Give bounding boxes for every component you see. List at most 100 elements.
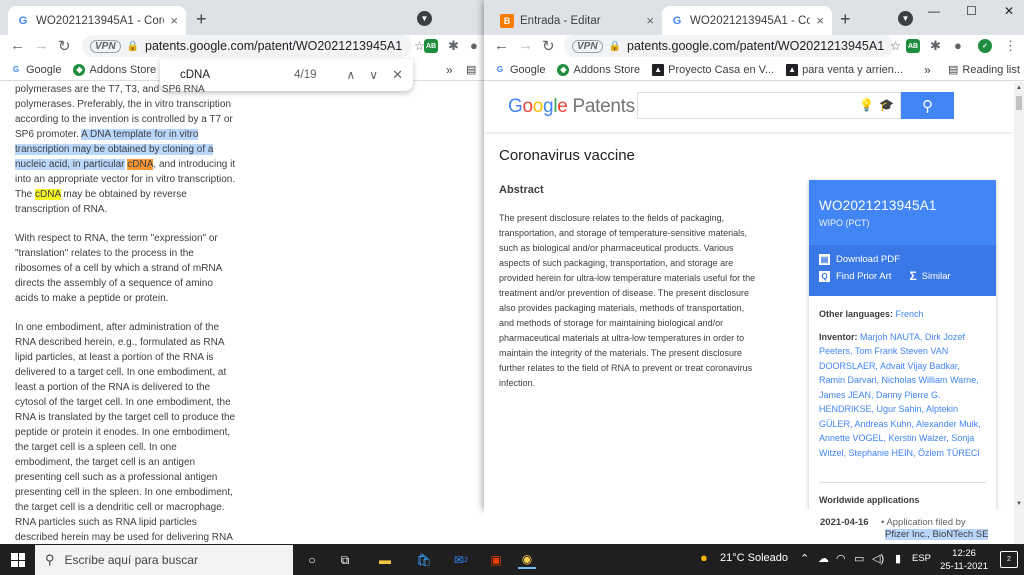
tab-search-icon[interactable]: ▼ [898,11,913,26]
start-button[interactable] [11,553,25,567]
search-icon: ⚲ [45,552,55,567]
volume-icon[interactable]: ◁) [872,552,884,565]
tab-close-icon[interactable]: × [816,13,824,28]
taskbar-search-placeholder: Escribe aquí para buscar [64,553,198,567]
lock-icon[interactable]: 🔒 [127,41,139,52]
paragraph: polymerases are the T7, T3, and SP6 RNA … [15,82,237,217]
menu-icon[interactable]: ⋮ [1004,38,1017,54]
weather-sun-icon[interactable]: ● [700,550,708,565]
notification-center-icon[interactable]: 2 [1000,551,1018,568]
scroll-down-icon[interactable]: ▼ [1016,501,1022,507]
bookmark-proyecto-casa[interactable]: ▲ Proyecto Casa en V... [652,63,774,76]
extensions-icon[interactable]: ✱ [930,38,941,54]
background-scrollbar[interactable] [1014,510,1024,544]
profile-icon[interactable]: ● [954,38,962,53]
tab-search-icon[interactable]: ▼ [417,11,432,26]
battery-icon[interactable]: ▮ [895,552,901,565]
reading-list-icon[interactable]: ▤ [466,63,476,76]
store-icon[interactable]: 🛍 [415,551,433,569]
url-text[interactable]: patents.google.com/patent/WO2021213945A1 [145,39,402,53]
vpn-badge[interactable]: VPN [90,39,121,53]
network-icon[interactable]: ▭ [854,552,864,565]
page-scrollbar[interactable]: ▲ ▼ [1014,82,1024,510]
bookmarks-overflow-button[interactable]: » [446,63,453,77]
taskbar-search-box[interactable]: ⚲ Escribe aquí para buscar [35,545,293,575]
tab-close-icon[interactable]: × [170,13,178,28]
page-title: Coronavirus vaccine [499,147,635,164]
address-bar[interactable]: VPN 🔒 patents.google.com/patent/WO202121… [82,35,425,57]
weather-text[interactable]: 21°C Soleado [720,552,788,564]
patents-wordmark: Patents [572,96,636,117]
reload-button[interactable]: ↻ [542,37,555,55]
mail-icon[interactable]: ✉ 2 [452,551,470,569]
google-icon: G [10,63,22,76]
prior-art-icon: Q [819,270,830,282]
reload-button[interactable]: ↻ [58,37,71,55]
reading-list-button[interactable]: ▤ Reading list [948,63,1020,77]
new-tab-button[interactable]: + [196,9,207,30]
forward-button[interactable]: → [518,37,533,54]
tab-close-icon[interactable]: × [646,13,654,28]
tab-title: Entrada - Editar [520,14,601,27]
find-prior-art-link[interactable]: Q Find Prior Art [819,270,891,282]
scrollbar-thumb[interactable] [1016,96,1022,110]
onedrive-icon[interactable]: ☁ [818,552,829,565]
file-explorer-icon[interactable]: ▬ [376,551,394,569]
lightbulb-icon[interactable]: 💡 [859,98,874,112]
adblock-extension-icon[interactable]: AB [906,39,920,53]
forward-button[interactable]: → [34,37,49,54]
url-text[interactable]: patents.google.com/patent/WO2021213945A1 [627,39,884,53]
close-window-button[interactable]: ✕ [1004,4,1014,18]
google-favicon-icon: G [672,14,682,27]
cortana-icon[interactable]: ○ [303,551,321,569]
french-language-link[interactable]: French [896,309,924,319]
extensions-icon[interactable]: ✱ [448,38,459,54]
google-favicon-icon: G [18,14,28,27]
download-pdf-link[interactable]: ▤ Download PDF [819,254,986,265]
find-input[interactable]: cDNA [180,69,294,81]
tab-blogger[interactable]: B Entrada - Editar × [492,6,662,35]
find-next-icon[interactable]: ∨ [369,68,378,82]
new-tab-button[interactable]: + [840,9,851,30]
bookmarks-overflow-button[interactable]: » [924,63,931,77]
address-bar[interactable]: VPN 🔒 patents.google.com/patent/WO202121… [564,35,901,57]
tab-patent[interactable]: G WO2021213945A1 - Coronaviru × [662,6,832,35]
similar-link[interactable]: Σ Similar [909,269,950,283]
minimize-button[interactable]: — [928,4,940,18]
tab-patent[interactable]: G WO2021213945A1 - Coronavirus × [8,6,186,35]
bookmark-venta-arriendo[interactable]: ▲ para venta y arrien... [786,63,903,76]
find-close-icon[interactable]: ✕ [392,67,403,83]
scholar-hat-icon[interactable]: 🎓 [879,98,894,112]
inventor-links[interactable]: Marjoh NAUTA, Dirk Jozef Peeters, Tom Fr… [819,332,981,458]
patent-info-card: WO2021213945A1 WIPO (PCT) ▤ Download PDF… [809,180,996,510]
lock-icon[interactable]: 🔒 [609,41,621,52]
task-view-icon[interactable]: ⧉ [336,551,354,569]
profile-icon[interactable]: ● [470,38,478,53]
paragraph: In one embodiment, after administration … [15,322,236,543]
search-button[interactable]: ⚲ [901,92,954,119]
back-button[interactable]: ← [10,37,25,54]
office-icon[interactable]: ▣ [487,551,505,569]
maximize-button[interactable]: ☐ [966,4,977,18]
vpn-badge[interactable]: VPN [572,39,603,53]
language-indicator[interactable]: ESP [912,553,931,564]
wifi-icon[interactable]: ◠ [836,552,846,565]
abstract-heading: Abstract [499,184,544,196]
bookmark-addons-store[interactable]: ◆ Addons Store [73,63,156,76]
application-event: • Application filed by [881,517,966,528]
patent-search-input[interactable]: 💡 🎓 [637,92,901,119]
scroll-up-icon[interactable]: ▲ [1016,85,1022,91]
bookmark-google[interactable]: G Google [494,63,545,76]
back-button[interactable]: ← [494,37,509,54]
bookmark-star-icon[interactable]: ☆ [890,39,901,53]
adblock-extension-icon[interactable]: AB [424,39,438,53]
system-clock[interactable]: 12:26 25-11-2021 [940,547,988,573]
show-hidden-icons-icon[interactable]: ⌃ [800,552,809,565]
find-previous-icon[interactable]: ∧ [347,68,356,82]
bookmark-google[interactable]: G Google [10,63,61,76]
find-match: cDNA [35,189,61,200]
google-patents-logo[interactable]: Google Patents [508,96,635,118]
shield-extension-icon[interactable]: ✓ [978,39,992,53]
chrome-icon[interactable]: ◉ [518,551,536,569]
bookmark-addons-store[interactable]: ◆ Addons Store [557,63,640,76]
